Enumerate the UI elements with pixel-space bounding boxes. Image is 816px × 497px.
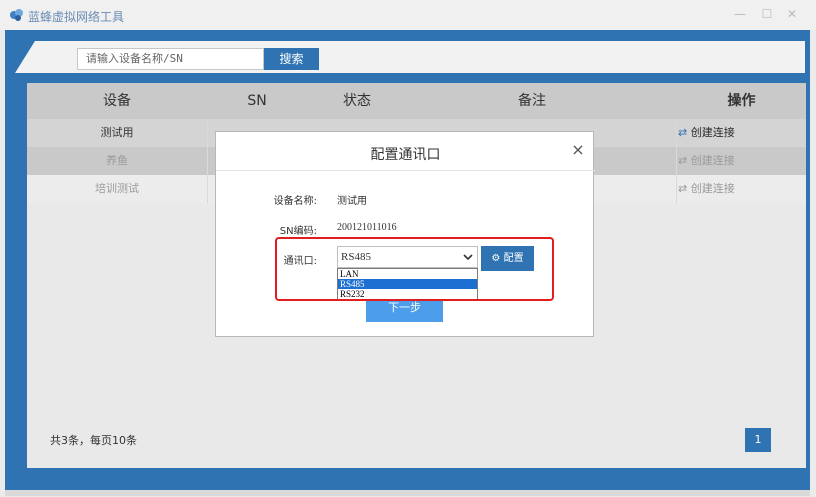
- table-header: 设备 SN 状态 备注 操作: [27, 83, 806, 119]
- create-connection-link[interactable]: ⇄ 创建连接: [678, 175, 735, 203]
- create-connection-label: 创建连接: [690, 126, 735, 139]
- column-divider: [676, 147, 677, 175]
- column-header-note: 备注: [518, 93, 546, 109]
- minimize-icon[interactable]: —: [730, 5, 750, 23]
- app-title: 蓝蜂虚拟网络工具: [28, 10, 125, 24]
- device-name-label: 设备名称:: [273, 196, 317, 207]
- column-divider: [676, 119, 677, 147]
- app-window: 蓝蜂虚拟网络工具 — ☐ ✕ 请输入设备名称/SN 搜索 设备 SN 状态 备注…: [0, 0, 816, 497]
- close-icon[interactable]: ×: [570, 142, 586, 158]
- title-bar: 蓝蜂虚拟网络工具 — ☐ ✕: [0, 0, 816, 30]
- sn-label: SN编码:: [279, 226, 317, 237]
- column-divider: [676, 175, 677, 203]
- column-header-action: 操作: [727, 93, 756, 109]
- column-header-device: 设备: [103, 93, 131, 109]
- column-divider: [207, 119, 208, 147]
- column-divider: [207, 175, 208, 203]
- link-icon: ⇄: [678, 154, 688, 167]
- link-icon: ⇄: [678, 182, 688, 195]
- link-icon: ⇄: [678, 126, 688, 139]
- create-connection-link[interactable]: ⇄ 创建连接: [678, 147, 735, 175]
- create-connection-label: 创建连接: [690, 154, 735, 167]
- device-cell: 测试用: [100, 126, 134, 139]
- dialog-divider: [216, 170, 595, 171]
- column-header-sn: SN: [247, 93, 267, 109]
- create-connection-link[interactable]: ⇄ 创建连接: [678, 119, 735, 147]
- highlight-box: [275, 237, 554, 301]
- dialog-title: 配置通讯口: [370, 147, 441, 163]
- pagination-summary: 共3条，每页10条: [50, 434, 137, 447]
- search-input[interactable]: 请输入设备名称/SN: [77, 48, 264, 70]
- create-connection-label: 创建连接: [690, 182, 735, 195]
- app-logo-icon: [10, 9, 23, 21]
- maximize-icon[interactable]: ☐: [757, 5, 777, 23]
- page-button[interactable]: 1: [745, 428, 771, 452]
- frame-shadow: [5, 490, 810, 496]
- column-divider: [207, 147, 208, 175]
- device-cell: 养鱼: [106, 154, 128, 167]
- device-cell: 培训测试: [95, 182, 139, 195]
- sn-value: 200121011016: [337, 222, 397, 233]
- device-name-value: 测试用: [337, 196, 367, 207]
- search-button[interactable]: 搜索: [264, 48, 319, 70]
- column-header-status: 状态: [343, 93, 371, 109]
- close-window-icon[interactable]: ✕: [782, 5, 802, 23]
- config-port-dialog: 配置通讯口 × 设备名称: 测试用 SN编码: 200121011016 通讯口…: [215, 131, 595, 337]
